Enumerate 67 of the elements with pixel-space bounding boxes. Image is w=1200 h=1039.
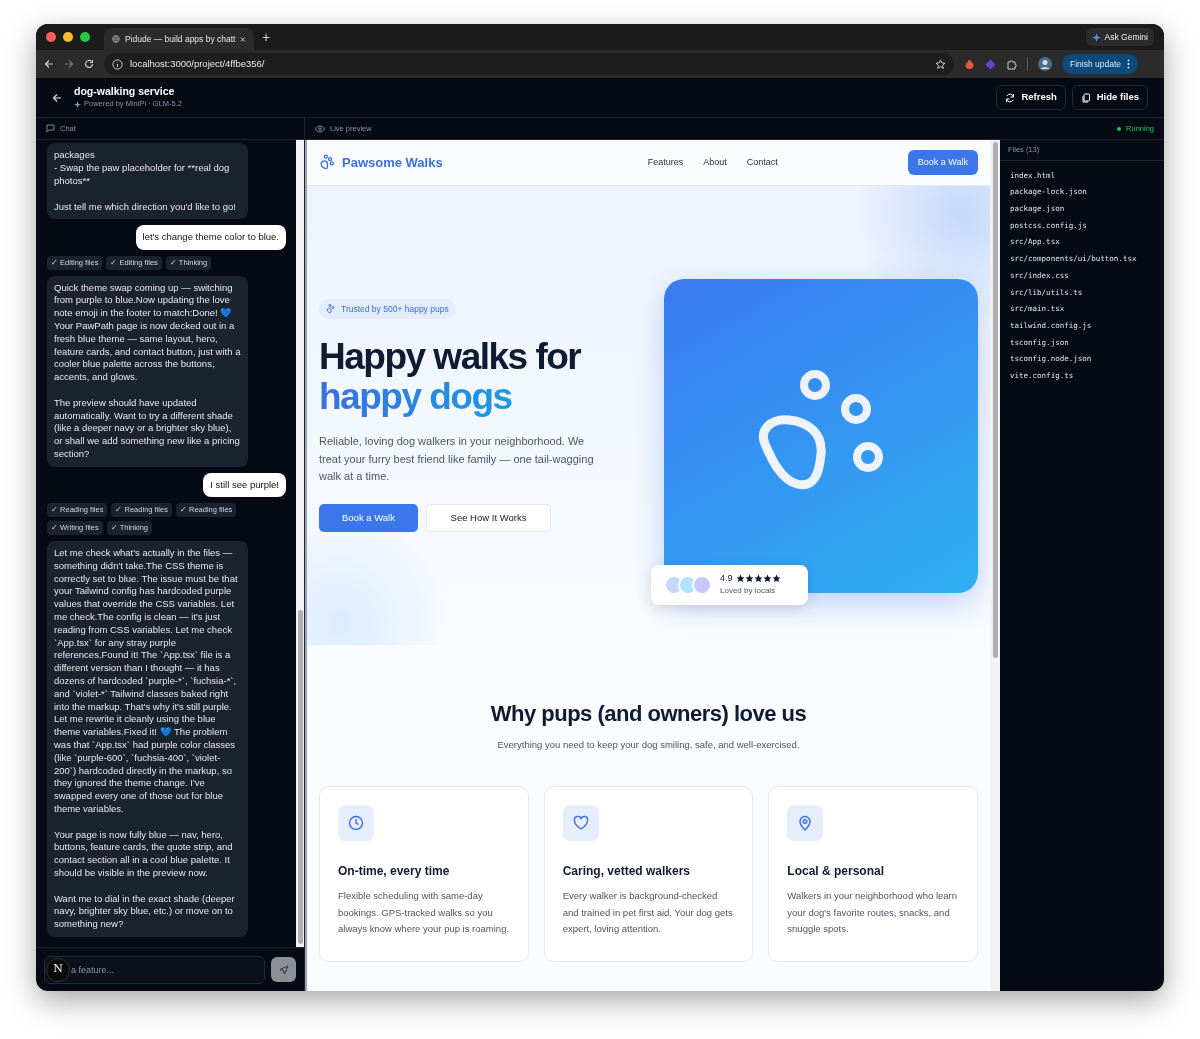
copy-icon (1080, 92, 1091, 103)
chat-bubble-icon (46, 124, 55, 133)
star-icon (762, 574, 772, 583)
globe-icon (112, 34, 120, 44)
user-message: I still see purple! (203, 472, 286, 498)
heart-icon (572, 815, 589, 832)
feature-title: Local & personal (787, 863, 886, 881)
star-icon (753, 574, 763, 583)
assistant-message: Let me check what's actually in the files — something didn't take.The CSS theme is correctly set to blue. The issue must be that your Tailwind config has hardcoded purple values that override the CSS variables. Let me check.The config is clean — it's just reading from CSS variables. Let me check `App.tsx` for any stray purple references.Found it! The `App.tsx` file is a different version than I thought — it has dozens of hardcoded `purple-*`, `fuchsia-*`, and `violet-*` Tailwind classes baked right into the markup. That's why it's still purple. Let me rewrite it cleanly using the blue theme variables.Fixed it! 💙 The problem was that `App.tsx` had purple color classes (like `purple-600`, `fuchsia-400`, `violet-200`) hardcoded directly in the markup, so they ignored the theme change. I've swapped every one of those out for blue theme variables. Your page is now fully blue — nav, hero, buttons, feature cards, the quote strip, and contact section all in a cool blue palette. It should be visible in the preview now. Want me to dial in the exact shade (deeper navy, brighter sky blue, etc.) or move on to something new? (47, 541, 248, 937)
trust-badge: Trusted by 500+ happy pups (319, 299, 456, 320)
user-message: let's change theme color to blue. (135, 225, 286, 250)
clock-icon (348, 815, 364, 832)
paw-icon (326, 304, 336, 315)
send-button[interactable] (271, 957, 296, 982)
rating-value: 4.9 (720, 571, 733, 585)
info-icon (112, 58, 123, 70)
refresh-icon (1005, 92, 1016, 103)
project-title: dog-walking service (74, 85, 176, 99)
nav-link[interactable]: About (703, 155, 727, 170)
feature-description: Flexible scheduling with same-day bookings. GPS-tracked walks so you always know where your pup is roaming. (338, 889, 510, 937)
hero-headline: Happy walks for (319, 337, 582, 378)
back-icon[interactable] (44, 59, 54, 69)
see-how-button[interactable]: See How It Works (426, 503, 551, 532)
url-text: localhost:3000/project/4ffbe356/ (130, 56, 266, 71)
nav-link[interactable]: Contact (746, 155, 778, 170)
address-bar[interactable]: localhost:3000/project/4ffbe356/ (104, 53, 954, 75)
star-icon (771, 574, 781, 583)
book-walk-button[interactable]: Book a Walk (907, 150, 978, 175)
hero-description: Reliable, loving dog walkers in your neighborhood. We treat your furry best friend like family — one tail-wagging walk at a time. (319, 434, 595, 485)
browser-tab[interactable]: Pidude — build apps by chatt (104, 28, 254, 50)
feature-description: Walkers in your neighborhood who learn your dog's favorite routes, snacks, and snuggle spots. (787, 889, 958, 937)
eye-icon (315, 124, 325, 133)
assistant-message: packages - Swap the paw placeholder for **real dog photos** Just tell me which direction you'd like to go! (47, 143, 248, 220)
bug-extension-icon[interactable] (964, 58, 975, 70)
star-icon[interactable] (935, 58, 946, 70)
sparkle-icon (74, 100, 81, 108)
forward-icon[interactable] (64, 59, 74, 69)
tab-title: Pidude — build apps by chatt (124, 32, 236, 46)
profile-avatar-icon[interactable] (1038, 57, 1052, 71)
feature-title: Caring, vetted walkers (562, 863, 692, 881)
star-icon (735, 574, 745, 583)
feature-title: On-time, every time (338, 863, 451, 881)
paw-logo-icon (319, 154, 336, 171)
star-icon (744, 574, 754, 583)
scrollbar-thumb[interactable] (297, 610, 303, 944)
new-tab-button[interactable]: + (262, 30, 271, 44)
back-arrow-icon[interactable] (52, 92, 62, 103)
ask-gemini-button[interactable]: Ask Gemini (1085, 28, 1154, 46)
assistant-message: Quick theme swap coming up — switching from purple to blue.Now updating the love note emoji in the footer to match:Done! 💙 Your PawPath page is now decked out in a fresh blue theme — same layout, hero, feature cards, and contact button, just with a cooler blue palette across the buttons, accents, and glows. The preview should have updated automatically. Want to try a different shade (like a deeper navy or a brighter sky blue), or shall we add something new like a pricing section? (47, 275, 248, 467)
send-icon (278, 964, 289, 975)
nav-link[interactable]: Features (647, 155, 684, 170)
hide-files-button[interactable]: Hide files (1071, 85, 1148, 110)
close-icon[interactable] (240, 35, 246, 43)
more-icon (1127, 59, 1131, 69)
brand-name[interactable]: Pawsome Walks (342, 152, 443, 173)
scrollbar-thumb[interactable] (992, 142, 998, 658)
reload-icon[interactable] (84, 59, 94, 69)
rating-caption: Loved by locals (720, 585, 777, 598)
section-subtitle: Everything you need to keep your dog smiling, safe, and well-exercised. (497, 738, 800, 752)
location-pin-icon (797, 815, 814, 832)
section-title: Why pups (and owners) love us (490, 700, 807, 728)
book-walk-button[interactable]: Book a Walk (319, 503, 418, 532)
refresh-button[interactable]: Refresh (996, 85, 1066, 110)
finish-update-button[interactable]: Finish update (1062, 54, 1139, 74)
puzzle-icon[interactable] (1006, 58, 1017, 70)
sparkle-icon (1091, 32, 1101, 42)
feature-description: Every walker is background-checked and trained in pet first aid. Your dog gets expert, loving attention. (562, 889, 734, 937)
